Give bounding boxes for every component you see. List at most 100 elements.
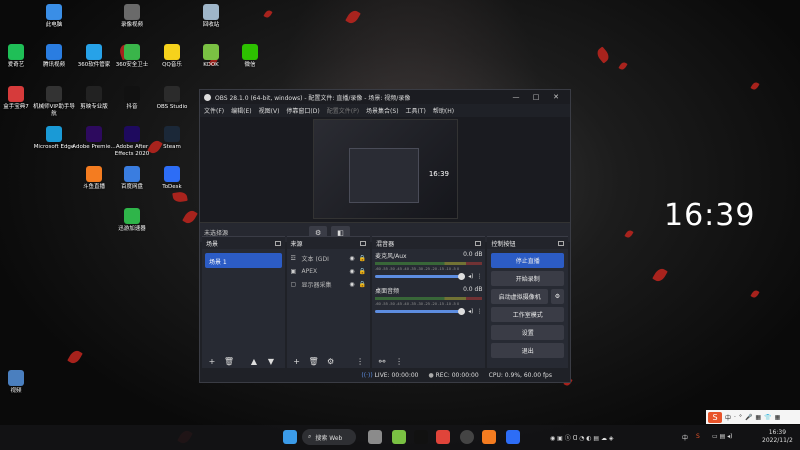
studio-mode-button[interactable]: 工作室模式	[491, 307, 564, 322]
language-indicator[interactable]: 中	[682, 433, 688, 442]
desktop-icon[interactable]: Adobe After Effects 2020	[110, 126, 154, 158]
visibility-eye-icon[interactable]: ◉	[349, 281, 354, 288]
mixer-channel: 麦克风/Aux 0.0 dB -60 -55 -50 -45 -40 -35 -30…	[375, 251, 483, 280]
source-item[interactable]: ▣ APEX ◉ 🔒	[287, 265, 371, 278]
undock-icon[interactable]	[274, 240, 281, 246]
move-scene-up-button[interactable]: ▲	[247, 356, 261, 367]
add-source-button[interactable]: +	[290, 356, 304, 367]
desktop-icon[interactable]: KOOK	[189, 44, 233, 69]
menu-scene-collection[interactable]: 场景集合(S)	[366, 106, 399, 115]
desktop-icon[interactable]: 此电脑	[32, 4, 76, 29]
volume-slider[interactable]	[375, 273, 466, 280]
more-icon[interactable]: ⋮	[476, 308, 482, 315]
meter-ticks: -60 -55 -50 -45 -40 -35 -30 -25 -20 -15 …	[375, 267, 460, 271]
menu-help[interactable]: 帮助(H)	[433, 106, 454, 115]
start-recording-button[interactable]: 开始录制	[491, 271, 564, 286]
speaker-icon[interactable]: ◂)	[468, 308, 473, 315]
source-item[interactable]: ☲ 文本 (GDI ◉ 🔒	[287, 252, 371, 265]
remove-source-button[interactable]: 🗑	[307, 356, 321, 367]
desktop-icon[interactable]: 微信	[228, 44, 272, 69]
start-icon[interactable]	[283, 430, 297, 444]
close-button[interactable]: ✕	[546, 93, 566, 101]
douyin-taskbar-icon[interactable]	[414, 430, 428, 444]
chrome-taskbar-icon[interactable]	[436, 430, 450, 444]
exit-button[interactable]: 退出	[491, 343, 564, 358]
visibility-eye-icon[interactable]: ◉	[349, 255, 354, 262]
douyu-taskbar-icon[interactable]	[482, 430, 496, 444]
desktop-icon[interactable]: Steam	[150, 126, 194, 151]
remove-scene-button[interactable]: 🗑	[222, 356, 236, 367]
desktop-icon[interactable]: 回收站	[189, 4, 233, 29]
ime-mode[interactable]: 中	[725, 413, 731, 422]
taskbar-search[interactable]: ⌕ 搜索 Web	[302, 429, 356, 445]
menu-tools[interactable]: 工具(T)	[406, 106, 426, 115]
undock-icon[interactable]	[360, 240, 367, 246]
start-virtual-camera-button[interactable]: 启动虚拟摄像机	[491, 289, 548, 304]
ime-punctuation-icon[interactable]: ·	[734, 414, 736, 421]
virtual-camera-settings-icon[interactable]: ⚙	[551, 289, 564, 304]
desktop-icon[interactable]: 抖音	[110, 86, 154, 111]
obs-titlebar[interactable]: OBS 28.1.0 (64-bit, windows) - 配置文件: 直播/…	[200, 90, 570, 104]
volume-slider-handle[interactable]	[458, 308, 466, 315]
lock-icon[interactable]: 🔒	[359, 281, 366, 288]
menu-view[interactable]: 视图(V)	[259, 106, 280, 115]
volume-slider[interactable]	[375, 308, 466, 315]
menu-profile[interactable]: 配置文件(P)	[327, 106, 359, 115]
ime-tray-icon[interactable]: S	[696, 433, 700, 440]
live-status: ((·)) LIVE: 00:00:00	[361, 372, 418, 379]
add-scene-button[interactable]: +	[205, 356, 219, 367]
preview-area[interactable]: 16:39	[200, 117, 570, 222]
more-icon[interactable]: ⋮	[392, 356, 406, 367]
scene-item[interactable]: 场景 1	[205, 253, 282, 268]
app-icon	[124, 44, 140, 60]
desktop-icon[interactable]: ToDesk	[150, 166, 194, 191]
menu-edit[interactable]: 编辑(E)	[231, 106, 251, 115]
app-icon	[46, 126, 62, 142]
ime-toolbox-icon[interactable]: ▦	[775, 414, 781, 421]
more-icon[interactable]: ⋮	[476, 273, 482, 280]
desktop-icon[interactable]: 迅游加速器	[110, 208, 154, 233]
minimize-button[interactable]: —	[506, 93, 526, 101]
ime-skin-icon[interactable]: 👕	[764, 414, 771, 421]
kook-taskbar-icon[interactable]	[392, 430, 406, 444]
menu-docks[interactable]: 停靠窗口(D)	[286, 106, 319, 115]
desktop-icon[interactable]: QQ音乐	[150, 44, 194, 69]
source-type-icon: ☲	[290, 255, 296, 262]
stop-streaming-button[interactable]: 停止直播	[491, 253, 564, 268]
undock-icon[interactable]	[475, 240, 482, 246]
desktop-icon-label: 迅游加速器	[118, 226, 146, 232]
advanced-audio-button[interactable]: ⚯	[375, 356, 389, 367]
ime-toolbar[interactable]: S 中 · ° 🎤 ▦ 👕 ▦	[706, 410, 800, 424]
ime-keyboard-icon[interactable]: ▦	[755, 414, 761, 421]
visibility-eye-icon[interactable]: ◉	[349, 268, 354, 275]
ime-voice-icon[interactable]: 🎤	[745, 414, 752, 421]
ime-fullwidth-icon[interactable]: °	[739, 414, 742, 421]
obs-taskbar-icon[interactable]	[460, 430, 474, 444]
desktop-icon[interactable]: 录像视频	[110, 4, 154, 29]
menu-file[interactable]: 文件(F)	[204, 106, 224, 115]
desktop-icon[interactable]: 腾讯视频	[32, 44, 76, 69]
desktop-icon[interactable]: OBS Studio	[150, 86, 194, 111]
desktop-icon[interactable]: 视频	[0, 370, 38, 395]
lock-icon[interactable]: 🔒	[359, 268, 366, 275]
volume-slider-handle[interactable]	[458, 273, 466, 280]
tray-icons[interactable]: ◉ ▣ ⓢ ᗡ ◔ ◐ ▤ ☁ ◈	[550, 433, 614, 442]
desktop-icon[interactable]: 机械师VIP助手导航	[32, 86, 76, 118]
undock-icon[interactable]	[558, 240, 564, 246]
channel-name: 麦克风/Aux	[375, 253, 407, 260]
desktop-icon[interactable]: 百度网盘	[110, 166, 154, 191]
settings-button[interactable]: 设置	[491, 325, 564, 340]
task-view-icon[interactable]	[368, 430, 382, 444]
speaker-icon[interactable]: ◂)	[468, 273, 473, 280]
lock-icon[interactable]: 🔒	[359, 255, 366, 262]
system-tray-icons[interactable]: ▭ ▤ ◂)	[712, 433, 733, 440]
move-scene-down-button[interactable]: ▼	[264, 356, 278, 367]
desktop-icon[interactable]: Microsoft Edge	[32, 126, 76, 151]
source-item[interactable]: ▢ 显示器采集 ◉ 🔒	[287, 278, 371, 291]
more-icon[interactable]: ⋮	[353, 356, 367, 367]
source-settings-button[interactable]: ⚙	[324, 356, 338, 367]
maximize-button[interactable]: □	[526, 93, 546, 101]
taskbar-clock[interactable]: 16:39 2022/11/2	[762, 429, 793, 445]
desktop-icon[interactable]: 360安全卫士	[110, 44, 154, 69]
app-taskbar-icon[interactable]	[506, 430, 520, 444]
